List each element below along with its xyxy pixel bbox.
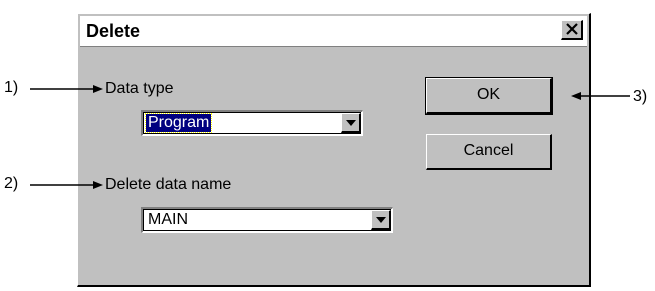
data-type-select[interactable]: Program	[141, 110, 363, 136]
delete-name-label: Delete data name	[105, 176, 232, 193]
chevron-down-icon	[376, 217, 386, 223]
callout-3: 3)	[633, 88, 648, 105]
cancel-button[interactable]: Cancel	[426, 134, 552, 170]
delete-name-value: MAIN	[148, 211, 188, 228]
title-bar: Delete	[80, 16, 587, 47]
data-type-label: Data type	[105, 80, 174, 97]
delete-name-select[interactable]: MAIN	[141, 207, 393, 233]
close-button[interactable]	[561, 20, 583, 40]
dialog-title: Delete	[86, 21, 141, 41]
callout-2: 2)	[4, 175, 19, 192]
callout-1: 1)	[4, 79, 19, 96]
data-type-dropdown-button[interactable]	[341, 113, 361, 133]
delete-name-dropdown-button[interactable]	[371, 210, 391, 230]
chevron-down-icon	[346, 120, 356, 126]
delete-dialog: Delete Data type Program Delete data nam…	[77, 13, 591, 287]
ok-button[interactable]: OK	[425, 77, 553, 115]
data-type-value: Program	[144, 113, 213, 133]
close-icon	[566, 23, 578, 35]
